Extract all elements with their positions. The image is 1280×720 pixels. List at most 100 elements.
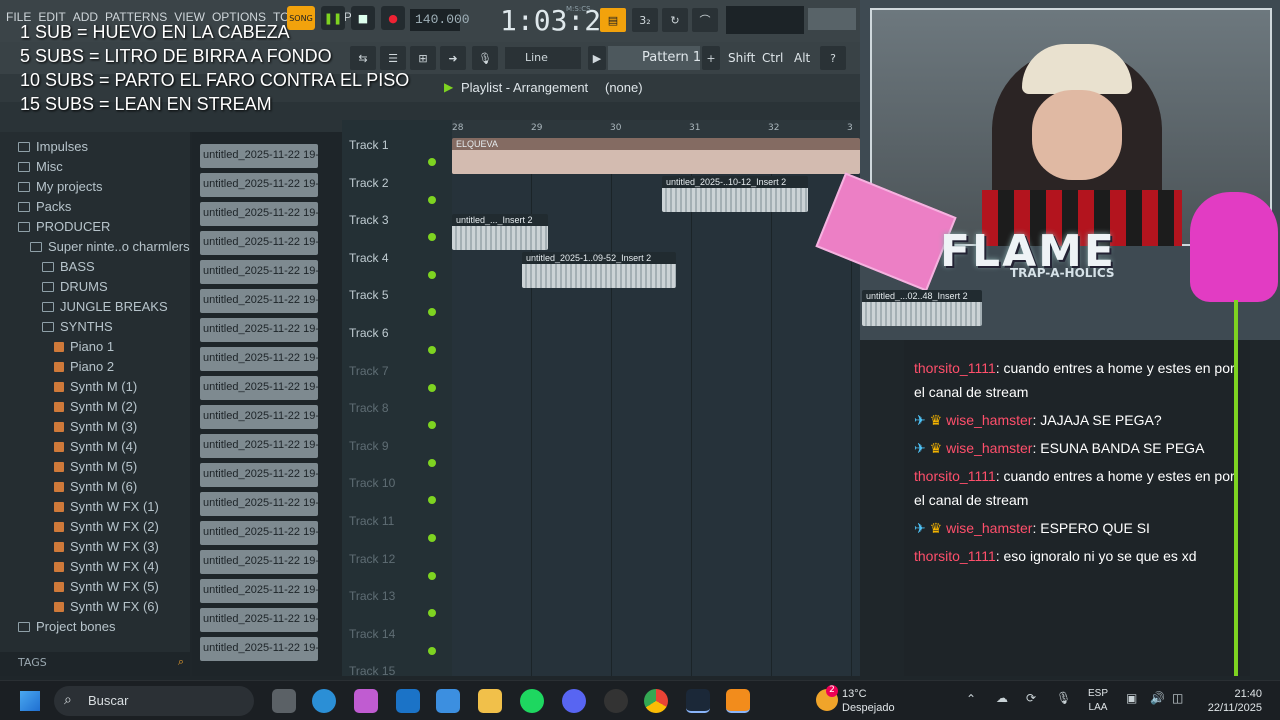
track-mute-led[interactable] — [428, 158, 436, 166]
track-label[interactable]: Track 15 — [349, 664, 395, 678]
chatgpt-icon[interactable] — [604, 689, 628, 713]
audio-clip-item[interactable]: untitled_2025-11-22 19-... — [200, 144, 318, 168]
chat-username[interactable]: wise_hamster — [946, 412, 1032, 428]
search-tags-icon[interactable]: ⌕ — [178, 655, 184, 669]
browser-item[interactable]: BASS — [42, 256, 95, 277]
track-mute-led[interactable] — [428, 233, 436, 242]
track-label[interactable]: Track 4 — [349, 251, 389, 265]
browser-item[interactable]: Synth W FX (3) — [54, 536, 159, 557]
browser-item[interactable]: Synth M (6) — [54, 476, 137, 497]
channel-rack-icon[interactable]: ⊞ — [410, 46, 436, 70]
edge-icon[interactable] — [312, 689, 336, 713]
clip-track3[interactable]: untitled_..._Insert 2 — [452, 214, 548, 250]
arrow-icon[interactable]: ➜ — [440, 46, 466, 70]
search-box[interactable]: ⌕ Buscar — [54, 686, 254, 716]
record-button[interactable]: ● — [381, 6, 405, 30]
browser-item[interactable]: Impulses — [18, 136, 88, 157]
browser-item[interactable]: Synth W FX (6) — [54, 596, 159, 617]
track-label[interactable]: Track 14 — [349, 627, 395, 641]
browser-item[interactable]: Synth M (4) — [54, 436, 137, 457]
tempo-display[interactable]: 140.000 — [410, 9, 470, 31]
audio-clip-item[interactable]: untitled_2025-11-22 19-... — [200, 202, 318, 226]
browser-item[interactable]: Synth M (3) — [54, 416, 137, 437]
browser-item[interactable]: Synth W FX (2) — [54, 516, 159, 537]
fl-studio-icon[interactable] — [726, 689, 750, 713]
clip-elqueva[interactable]: ELQUEVA — [452, 138, 860, 174]
ctrl-button[interactable]: Ctrl — [762, 51, 783, 65]
audio-clip-item[interactable]: untitled_2025-11-22 19-... — [200, 289, 318, 313]
chat-username[interactable]: thorsito_1111 — [914, 548, 996, 564]
loop-record-icon[interactable]: ↻ — [662, 8, 688, 32]
audio-clip-item[interactable]: untitled_2025-11-22 19-... — [200, 608, 318, 632]
browser-item[interactable]: Packs — [18, 196, 71, 217]
track-mute-led[interactable] — [428, 308, 436, 317]
shift-button[interactable]: Shift — [728, 51, 755, 65]
add-pattern-icon[interactable]: + — [702, 46, 720, 70]
stop-button[interactable]: ■ — [351, 6, 375, 30]
browser-item[interactable]: Super ninte..o charmlers — [30, 236, 190, 257]
audio-clip-item[interactable]: untitled_2025-11-22 19-... — [200, 637, 318, 661]
sync-icon[interactable]: ⟳ — [1026, 691, 1036, 705]
track-mute-led[interactable] — [428, 270, 436, 279]
browser-item[interactable]: Piano 2 — [54, 356, 114, 377]
track-label[interactable]: Track 1 — [349, 138, 389, 152]
track-label[interactable]: Track 9 — [349, 439, 389, 453]
network-icon[interactable]: ▣ — [1126, 691, 1137, 705]
pause-button[interactable]: ❚❚ — [321, 6, 345, 30]
browser-item[interactable]: My projects — [18, 176, 102, 197]
track-mute-led[interactable] — [428, 496, 436, 505]
browser-item[interactable]: Synth M (2) — [54, 396, 137, 417]
metronome-icon[interactable]: ▤ — [600, 8, 626, 32]
file-explorer-icon[interactable] — [478, 689, 502, 713]
battery-icon[interactable]: ◫ — [1172, 691, 1183, 705]
track-label[interactable]: Track 7 — [349, 364, 389, 378]
task-view-icon[interactable] — [272, 689, 296, 713]
browser-item[interactable]: Misc — [18, 156, 63, 177]
audio-clip-item[interactable]: untitled_2025-11-22 19-... — [200, 231, 318, 255]
track-mute-led[interactable] — [428, 346, 436, 354]
clip-track5-visible[interactable]: untitled_...02..48_Insert 2 — [862, 290, 982, 326]
clip-track4[interactable]: untitled_2025-1..09-52_Insert 2 — [522, 252, 676, 288]
track-label[interactable]: Track 13 — [349, 589, 395, 603]
browser-item[interactable]: Synth W FX (4) — [54, 556, 159, 577]
snap-select[interactable]: Line — [505, 47, 581, 69]
clip-track2[interactable]: untitled_2025-..10-12_Insert 2 — [662, 176, 808, 212]
playlist-play-icon[interactable]: ▶ — [444, 80, 453, 94]
audio-clip-item[interactable]: untitled_2025-11-22 19-... — [200, 550, 318, 574]
discord-icon[interactable] — [562, 689, 586, 713]
chat-username[interactable]: thorsito_1111 — [914, 468, 996, 484]
audio-clip-item[interactable]: untitled_2025-11-22 19-... — [200, 434, 318, 458]
audio-clip-item[interactable]: untitled_2025-11-22 19-... — [200, 376, 318, 400]
mixer-icon[interactable]: ☰ — [380, 46, 406, 70]
track-label[interactable]: Track 2 — [349, 176, 389, 190]
timeline-ruler[interactable]: 28 29 30 31 32 3 — [452, 120, 860, 138]
audio-clip-item[interactable]: untitled_2025-11-22 19-... — [200, 318, 318, 342]
help-icon[interactable]: ? — [820, 46, 846, 70]
browser-item[interactable]: JUNGLE BREAKS — [42, 296, 168, 317]
audio-clip-item[interactable]: untitled_2025-11-22 19-... — [200, 492, 318, 516]
snap-icon[interactable]: ⇆ — [350, 46, 376, 70]
browser-item[interactable]: PRODUCER — [18, 216, 110, 237]
track-mute-led[interactable] — [428, 534, 436, 542]
track-mute-led[interactable] — [428, 571, 436, 580]
browser-item[interactable]: Project bones — [18, 616, 116, 637]
track-mute-led[interactable] — [428, 646, 436, 655]
track-mute-led[interactable] — [428, 421, 436, 430]
audio-clip-item[interactable]: untitled_2025-11-22 19-... — [200, 579, 318, 603]
tray-chevron-icon[interactable]: ⌃ — [966, 692, 976, 706]
system-clock[interactable]: 21:40 22/11/2025 — [1208, 687, 1262, 715]
browser-item[interactable]: Synth M (1) — [54, 376, 137, 397]
wait-input-icon[interactable]: ⌒ — [692, 8, 718, 32]
outlook-icon[interactable] — [396, 689, 420, 713]
chat-username[interactable]: thorsito_1111 — [914, 360, 996, 376]
track-label[interactable]: Track 8 — [349, 401, 389, 415]
copilot-icon[interactable] — [354, 689, 378, 713]
browser-item[interactable]: DRUMS — [42, 276, 108, 297]
audio-clip-item[interactable]: untitled_2025-11-22 19-... — [200, 521, 318, 545]
mic-tray-icon[interactable]: 🎙 — [1056, 691, 1071, 705]
defender-icon[interactable]: ☁ — [996, 691, 1008, 705]
audio-clip-item[interactable]: untitled_2025-11-22 19-... — [200, 347, 318, 371]
browser-item[interactable]: Synth W FX (1) — [54, 496, 159, 517]
track-label[interactable]: Track 12 — [349, 552, 395, 566]
play-pattern-icon[interactable]: ▶ — [588, 46, 606, 70]
